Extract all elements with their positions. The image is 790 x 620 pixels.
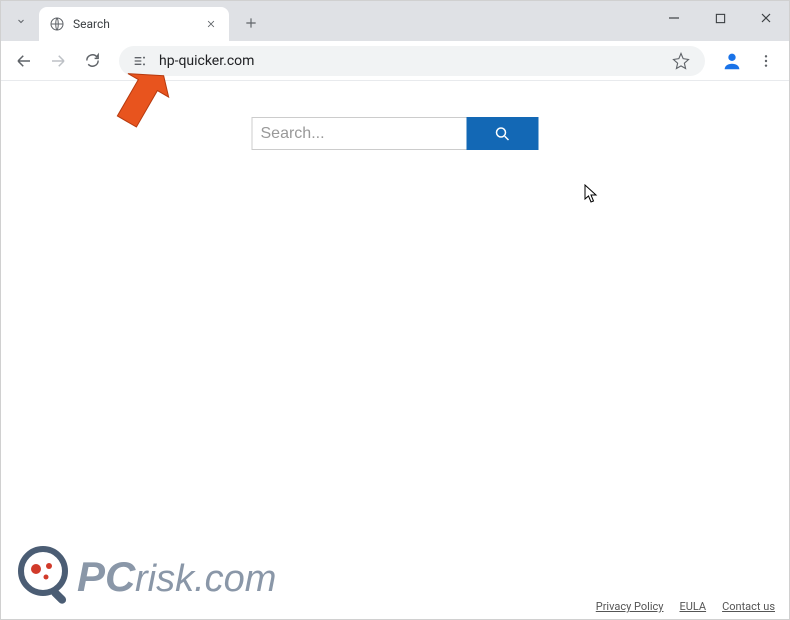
address-bar[interactable]: hp-quicker.com [119, 46, 705, 76]
menu-button[interactable] [751, 46, 781, 76]
maximize-button[interactable] [697, 1, 743, 35]
minimize-button[interactable] [651, 1, 697, 35]
search-icon [494, 125, 512, 143]
forward-button[interactable] [43, 46, 73, 76]
plus-icon [244, 16, 258, 30]
bookmark-button[interactable] [669, 49, 693, 73]
svg-text:PC: PC [77, 553, 136, 600]
back-button[interactable] [9, 46, 39, 76]
chevron-down-icon [15, 15, 27, 27]
arrow-left-icon [15, 52, 33, 70]
profile-button[interactable] [717, 46, 747, 76]
close-window-button[interactable] [743, 1, 789, 35]
browser-tab[interactable]: Search [39, 7, 229, 41]
contact-link[interactable]: Contact us [722, 600, 775, 613]
tab-title: Search [73, 17, 195, 31]
tab-search-dropdown[interactable] [9, 9, 33, 33]
arrow-right-icon [49, 52, 67, 70]
watermark-logo: PC risk.com [11, 541, 301, 611]
privacy-link[interactable]: Privacy Policy [596, 600, 664, 613]
url-text: hp-quicker.com [159, 53, 659, 69]
page-content: PC risk.com Privacy Policy EULA Contact … [1, 81, 789, 619]
close-icon [760, 12, 772, 24]
reload-button[interactable] [77, 46, 107, 76]
close-icon [206, 19, 216, 29]
svg-text:risk.com: risk.com [135, 558, 276, 600]
star-icon [672, 52, 690, 70]
search-button[interactable] [467, 117, 539, 150]
footer-links: Privacy Policy EULA Contact us [596, 600, 775, 613]
globe-icon [49, 16, 65, 32]
toolbar: hp-quicker.com [1, 41, 789, 81]
titlebar: Search [1, 1, 789, 41]
new-tab-button[interactable] [237, 9, 265, 37]
window-controls [651, 1, 789, 41]
tab-close-button[interactable] [203, 16, 219, 32]
minimize-icon [668, 12, 680, 24]
person-icon [721, 50, 743, 72]
pcrisk-logo-icon: PC risk.com [11, 541, 301, 611]
search-form [252, 117, 539, 150]
site-settings-icon[interactable] [131, 52, 149, 70]
search-input[interactable] [252, 117, 467, 150]
three-dots-icon [758, 53, 774, 69]
reload-icon [84, 52, 101, 69]
eula-link[interactable]: EULA [679, 600, 706, 613]
maximize-icon [715, 13, 726, 24]
